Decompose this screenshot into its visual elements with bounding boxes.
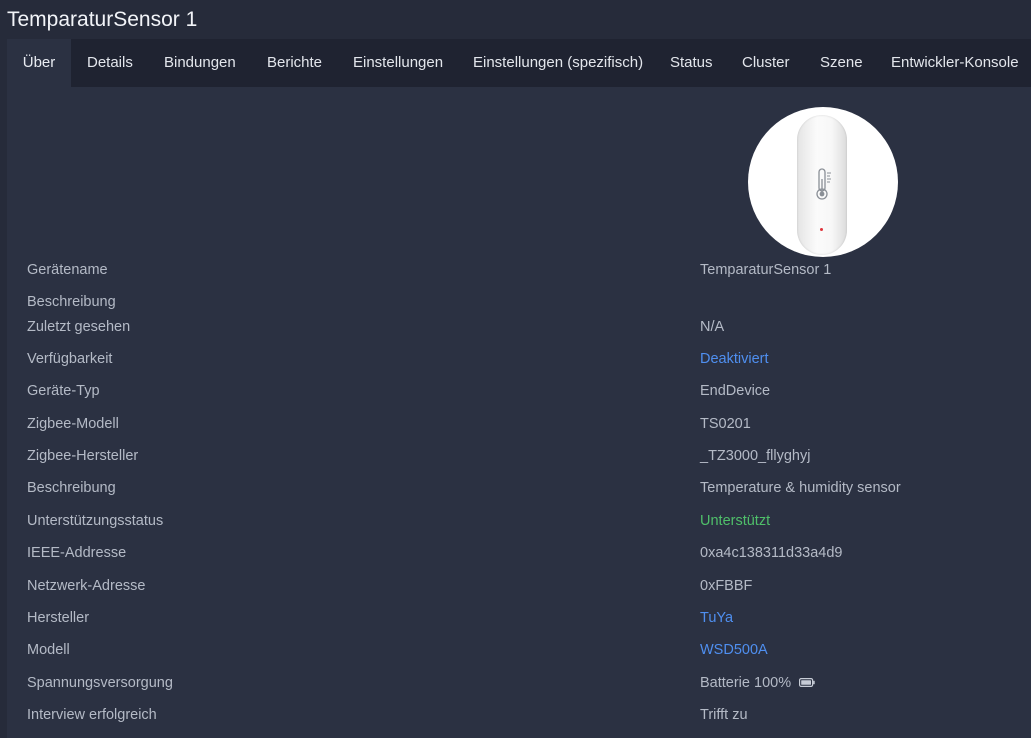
tab-dev-console[interactable]: Entwickler-Konsole — [891, 39, 1019, 87]
zigbee-manufacturer-label: Zigbee-Hersteller — [27, 448, 139, 464]
tab-about-label: Über — [22, 54, 56, 71]
interview-value: Trifft zu — [700, 707, 748, 723]
tab-scene[interactable]: Szene — [820, 39, 863, 87]
ieee-address-label: IEEE-Addresse — [27, 545, 127, 561]
last-seen-label: Zuletzt gesehen — [27, 319, 131, 335]
model-label: Modell — [27, 642, 70, 658]
power-supply-text: Batterie 100% — [700, 675, 792, 691]
tab-dev-console-label: Entwickler-Konsole — [891, 54, 1019, 71]
power-supply-label: Spannungsversorgung — [27, 675, 173, 691]
ieee-address-value: 0xa4c138311d33a4d9 — [700, 545, 843, 561]
device-image — [748, 107, 898, 257]
support-status-value: Unterstützt — [700, 513, 771, 529]
support-status-label: Unterstützungsstatus — [27, 513, 164, 529]
app-window: TemparaturSensor 1 Über Details Bindunge… — [0, 0, 1031, 738]
tab-settings[interactable]: Einstellungen — [353, 39, 443, 87]
tab-reports-label: Berichte — [267, 54, 323, 71]
network-address-label: Netzwerk-Adresse — [27, 578, 146, 594]
device-name-label: Gerätename — [27, 262, 108, 278]
zigbee-model-label: Zigbee-Modell — [27, 416, 119, 432]
tab-about[interactable]: Über — [7, 39, 71, 87]
description-label: Beschreibung — [27, 294, 116, 310]
tab-cluster[interactable]: Cluster — [742, 39, 790, 87]
zigbee-manufacturer-value: _TZ3000_fllyghyj — [700, 448, 811, 464]
tab-cluster-label: Cluster — [742, 54, 790, 71]
description2-label: Beschreibung — [27, 480, 116, 496]
availability-link[interactable]: Deaktiviert — [700, 349, 769, 369]
power-supply-value: Batterie 100% — [700, 673, 815, 693]
device-body — [797, 115, 847, 255]
manufacturer-label: Hersteller — [27, 610, 90, 626]
tab-status[interactable]: Status — [670, 39, 713, 87]
tab-reports[interactable]: Berichte — [267, 39, 322, 87]
tab-status-label: Status — [670, 54, 713, 71]
tab-bar: Über Details Bindungen Berichte Einstell… — [7, 39, 1031, 87]
tab-bindings-label: Bindungen — [164, 54, 236, 71]
last-seen-value: N/A — [700, 319, 725, 335]
network-address-value: 0xFBBF — [700, 578, 753, 594]
manufacturer-link[interactable]: TuYa — [700, 608, 733, 628]
tab-details[interactable]: Details — [87, 39, 133, 87]
thermometer-icon — [816, 168, 831, 200]
tab-settings-specific-label: Einstellungen (spezifisch) — [473, 54, 644, 71]
tab-scene-label: Szene — [820, 54, 863, 71]
status-led — [820, 228, 823, 231]
device-type-label: Geräte-Typ — [27, 383, 100, 399]
zigbee-model-value: TS0201 — [700, 416, 751, 432]
page-title: TemparaturSensor 1 — [7, 8, 198, 31]
device-type-value: EndDevice — [700, 383, 771, 399]
tab-settings-label: Einstellungen — [353, 54, 444, 71]
interview-label: Interview erfolgreich — [27, 707, 157, 723]
battery-icon — [799, 677, 815, 687]
availability-label: Verfügbarkeit — [27, 351, 113, 367]
tab-bindings[interactable]: Bindungen — [164, 39, 236, 87]
device-name-value: TemparaturSensor 1 — [700, 262, 832, 278]
tab-details-label: Details — [87, 54, 133, 71]
model-link[interactable]: WSD500A — [700, 640, 768, 660]
tab-settings-specific[interactable]: Einstellungen (spezifisch) — [473, 39, 643, 87]
description2-value: Temperature & humidity sensor — [700, 480, 901, 496]
